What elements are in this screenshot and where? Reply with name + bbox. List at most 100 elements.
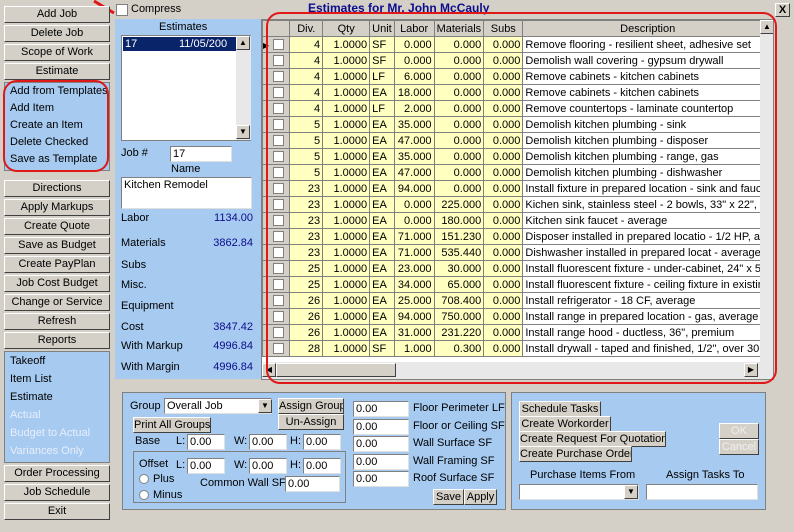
sidebar-button-2[interactable]: Scope of Work: [4, 44, 110, 61]
offset-h-input[interactable]: 0.00: [303, 458, 341, 474]
group-panel: Group Overall Job ▼ Assign Group Print A…: [122, 392, 506, 510]
summary-label-6: With Markup: [121, 340, 183, 352]
base-w-label: W:: [234, 435, 248, 447]
chevron-down-icon[interactable]: ▼: [624, 485, 638, 499]
offset-w-input[interactable]: 0.00: [249, 458, 287, 474]
common-wall-input[interactable]: 0.00: [285, 476, 340, 492]
summary-label-7: With Margin: [121, 361, 180, 373]
base-h-label: H:: [290, 435, 301, 447]
summary-value-0: 1134.00: [214, 212, 253, 224]
base-l-input[interactable]: 0.00: [187, 434, 225, 450]
offset-l-input[interactable]: 0.00: [187, 458, 225, 474]
offset-w-label: W:: [234, 459, 248, 471]
base-label: Base: [135, 435, 161, 447]
sidebar-button-3[interactable]: Estimate: [4, 63, 110, 80]
sidebar-button-0[interactable]: Add Job: [4, 6, 110, 23]
assign-tasks-to-input[interactable]: [646, 484, 758, 500]
create-purchase-order-button[interactable]: Create Purchase Order: [519, 446, 632, 462]
measure-input-4[interactable]: 0.00: [353, 471, 409, 487]
job-number-label: Job #: [121, 147, 148, 159]
summary-label-3: Misc.: [121, 279, 147, 291]
offset-label: Offset: [139, 458, 169, 470]
minus-radio[interactable]: [139, 489, 149, 501]
cancel-button[interactable]: Cancel: [719, 439, 759, 455]
estimates-heading: Estimates: [159, 21, 208, 33]
measure-input-0[interactable]: 0.00: [353, 401, 409, 417]
report-link-5[interactable]: Variances Only: [5, 442, 109, 460]
measure-label-4: Roof Surface SF: [413, 472, 495, 484]
sidebar-button-bottom-0[interactable]: Order Processing: [4, 465, 110, 482]
create-rfq-button[interactable]: Create Request For Quotation: [519, 431, 666, 447]
sidebar-button-mid-3[interactable]: Save as Budget: [4, 237, 110, 254]
report-link-0[interactable]: Takeoff: [5, 352, 109, 370]
estimate-date: 11/05/200: [179, 38, 228, 50]
estimate-id: 17: [125, 38, 138, 50]
summary-value-7: 4996.84: [213, 361, 253, 373]
estimate-list-item[interactable]: 17 11/05/200: [123, 37, 236, 51]
measure-input-3[interactable]: 0.00: [353, 453, 409, 470]
estimate-links-highlight: [3, 80, 109, 172]
estimates-list-scrollbar[interactable]: ▲ ▼: [236, 36, 251, 140]
summary-value-5: 3847.42: [213, 321, 253, 333]
measure-label-3: Wall Framing SF: [413, 454, 495, 467]
measure-input-1[interactable]: 0.00: [353, 418, 409, 435]
group-label: Group: [130, 400, 161, 412]
job-number-input[interactable]: 17: [170, 146, 232, 162]
reports-panel: Takeoff Item List Estimate Actual Budget to …: [4, 351, 110, 463]
plus-radio[interactable]: [139, 473, 149, 485]
compress-checkbox[interactable]: [116, 4, 128, 16]
offset-h-label: H:: [290, 459, 301, 471]
sidebar-button-bottom-2[interactable]: Exit: [4, 503, 110, 520]
sidebar-button-mid-4[interactable]: Create PayPlan: [4, 256, 110, 273]
report-link-2[interactable]: Estimate: [5, 388, 109, 406]
sidebar-button-mid-2[interactable]: Create Quote: [4, 218, 110, 235]
plus-label: Plus: [153, 473, 175, 485]
estimates-panel: Estimates 17 11/05/200 ▲ ▼ Job # 17 Name…: [115, 19, 261, 379]
create-workorder-button[interactable]: Create Workorder: [519, 416, 611, 432]
grid-highlight: [266, 12, 777, 384]
scroll-down-icon[interactable]: ▼: [236, 125, 250, 139]
summary-label-4: Equipment: [121, 300, 174, 312]
sidebar-button-mid-6[interactable]: Change or Service: [4, 294, 110, 311]
report-link-4[interactable]: Budget to Actual: [5, 424, 109, 442]
group-select[interactable]: Overall Job: [164, 398, 272, 414]
schedule-tasks-button[interactable]: Schedule Tasks: [519, 401, 601, 417]
ok-button[interactable]: OK: [719, 423, 759, 439]
un-assign-button[interactable]: Un-Assign: [278, 414, 344, 430]
print-all-groups-button[interactable]: Print All Groups: [133, 417, 211, 433]
measure-input-2[interactable]: 0.00: [353, 436, 409, 452]
base-h-input[interactable]: 0.00: [303, 434, 341, 450]
assign-group-button[interactable]: Assign Group: [278, 398, 344, 414]
offset-l-label: L:: [176, 459, 186, 471]
scroll-up-icon[interactable]: ▲: [236, 36, 250, 50]
sidebar-button-mid-8[interactable]: Reports: [4, 332, 110, 349]
estimates-list[interactable]: 17 11/05/200 ▲ ▼: [121, 35, 251, 141]
summary-value-6: 4996.84: [213, 340, 253, 352]
job-name-input[interactable]: Kitchen Remodel: [121, 177, 252, 209]
summary-label-5: Cost: [121, 321, 144, 333]
chevron-down-icon[interactable]: ▼: [258, 399, 272, 413]
sidebar-button-mid-0[interactable]: Directions: [4, 180, 110, 197]
measure-label-1: Floor or Ceiling SF: [413, 419, 505, 432]
apply-button[interactable]: Apply: [464, 489, 497, 505]
sidebar-button-bottom-1[interactable]: Job Schedule: [4, 484, 110, 501]
assign-tasks-to-label: Assign Tasks To: [666, 469, 745, 481]
summary-label-2: Subs: [121, 259, 147, 271]
minus-label: Minus: [153, 489, 183, 501]
sidebar-button-mid-7[interactable]: Refresh: [4, 313, 110, 330]
report-link-3[interactable]: Actual: [5, 406, 109, 424]
sidebar-button-mid-5[interactable]: Job Cost Budget: [4, 275, 110, 292]
base-w-input[interactable]: 0.00: [249, 434, 287, 450]
sidebar-button-mid-1[interactable]: Apply Markups: [4, 199, 110, 216]
common-wall-label: Common Wall SF: [200, 477, 286, 489]
sidebar-button-1[interactable]: Delete Job: [4, 25, 110, 42]
compress-label: Compress: [131, 3, 182, 15]
purchase-items-from-select[interactable]: [519, 484, 639, 500]
job-name-label: Name: [171, 163, 201, 175]
summary-label-1: Materials: [121, 237, 166, 249]
task-panel: Schedule Tasks Create Workorder Create R…: [511, 392, 766, 510]
report-link-1[interactable]: Item List: [5, 370, 109, 388]
summary-value-1: 3862.84: [213, 237, 253, 249]
close-button[interactable]: X: [775, 3, 790, 17]
save-button[interactable]: Save: [433, 489, 464, 505]
